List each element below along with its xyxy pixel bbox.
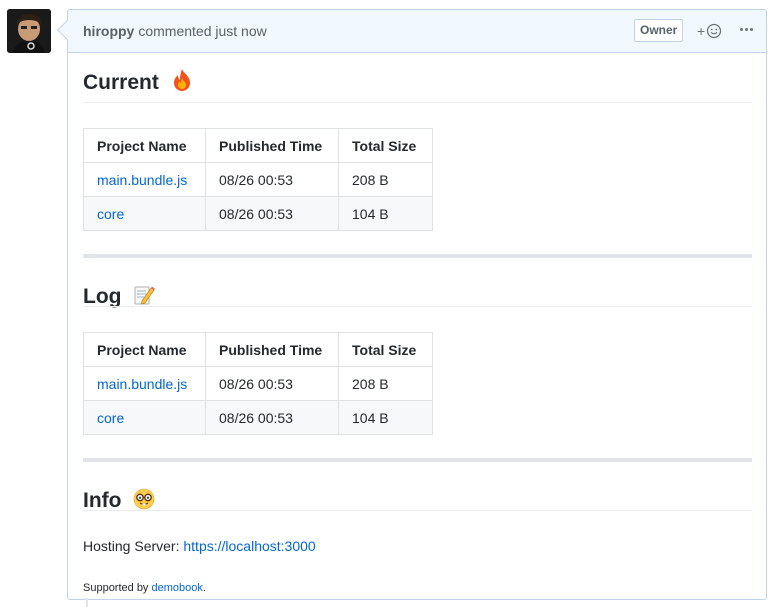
hosting-server-label: Hosting Server:: [83, 538, 180, 554]
col-project-name: Project Name: [83, 128, 206, 163]
table-row: core 08/26 00:53 104 B: [83, 400, 433, 435]
total-size-cell: 104 B: [338, 196, 433, 231]
log-heading-underline: [83, 306, 752, 307]
published-time-cell: 08/26 00:53: [205, 196, 339, 231]
comment-box: hiroppy commented just now Owner + Curre…: [57, 9, 767, 600]
current-heading: Current: [83, 69, 193, 94]
memo-icon: [134, 286, 156, 305]
more-options-icon[interactable]: [737, 18, 755, 40]
total-size-cell: 208 B: [338, 162, 433, 197]
info-heading-underline: [83, 510, 752, 511]
owner-badge: Owner: [634, 19, 684, 42]
supported-by-label: Supported by: [83, 582, 149, 594]
avatar[interactable]: [7, 9, 51, 53]
project-link[interactable]: main.bundle.js: [97, 172, 187, 188]
add-reaction-button[interactable]: +: [697, 20, 722, 42]
divider: [83, 458, 752, 462]
project-link[interactable]: main.bundle.js: [97, 376, 187, 392]
supported-by-line: Supported by demobook.: [83, 582, 206, 594]
table-row: main.bundle.js 08/26 00:53 208 B: [83, 366, 433, 401]
hosting-server-line: Hosting Server: https://localhost:3000: [83, 538, 316, 554]
hosting-server-link[interactable]: https://localhost:3000: [183, 538, 315, 554]
project-link[interactable]: core: [97, 206, 124, 222]
table-header-row: Project Name Published Time Total Size: [83, 332, 433, 367]
col-total-size: Total Size: [338, 332, 433, 367]
smiley-icon: [707, 23, 722, 39]
table-row: core 08/26 00:53 104 B: [83, 196, 433, 231]
comment-timestamp[interactable]: commented just now: [138, 23, 266, 39]
author-link[interactable]: hiroppy: [83, 23, 134, 39]
col-project-name: Project Name: [83, 332, 206, 367]
divider: [83, 254, 752, 258]
col-total-size: Total Size: [338, 128, 433, 163]
total-size-cell: 104 B: [338, 400, 433, 435]
nerd-face-icon: [134, 488, 155, 510]
published-time-cell: 08/26 00:53: [205, 366, 339, 401]
project-link[interactable]: core: [97, 410, 124, 426]
col-published-time: Published Time: [205, 332, 339, 367]
col-published-time: Published Time: [205, 128, 339, 163]
published-time-cell: 08/26 00:53: [205, 162, 339, 197]
table-header-row: Project Name Published Time Total Size: [83, 128, 433, 163]
current-title: Current: [83, 71, 159, 94]
comment-header: hiroppy commented just now Owner +: [68, 10, 766, 53]
supported-by-suffix: .: [202, 582, 206, 594]
plus-icon: +: [697, 23, 706, 39]
log-heading: Log: [83, 285, 156, 308]
fire-icon: [173, 69, 190, 92]
info-title: Info: [83, 489, 122, 512]
timeline-line: [86, 598, 88, 607]
current-table: Project Name Published Time Total Size m…: [83, 128, 433, 231]
current-heading-underline: [83, 102, 752, 103]
log-title: Log: [83, 285, 122, 308]
log-table: Project Name Published Time Total Size m…: [83, 332, 433, 435]
published-time-cell: 08/26 00:53: [205, 400, 339, 435]
demobook-link[interactable]: demobook: [152, 582, 203, 594]
info-heading: Info: [83, 488, 155, 512]
table-row: main.bundle.js 08/26 00:53 208 B: [83, 162, 433, 197]
total-size-cell: 208 B: [338, 366, 433, 401]
